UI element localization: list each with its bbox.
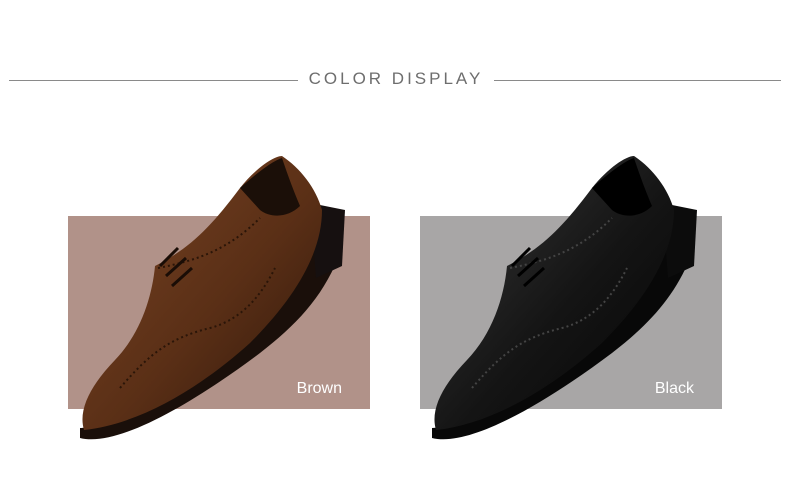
- brogue-shoe-icon: [80, 156, 345, 440]
- section-title: COLOR DISPLAY: [308, 69, 484, 88]
- header-divider-left: [9, 80, 298, 81]
- header-divider-right: [494, 80, 781, 81]
- brogue-shoe-icon: [432, 156, 697, 440]
